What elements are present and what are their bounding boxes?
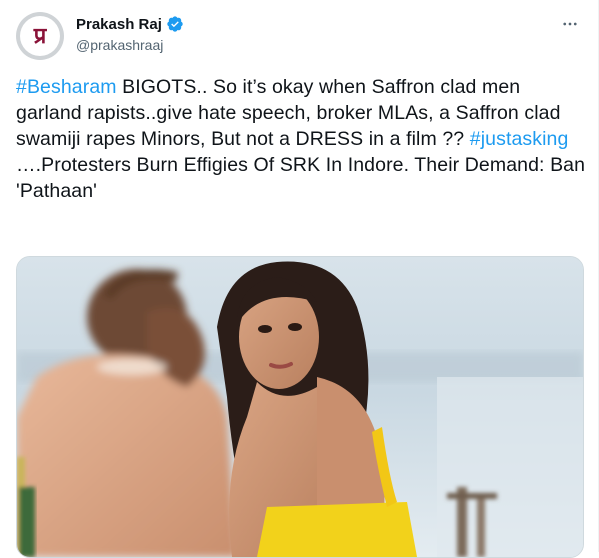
avatar-logo: प्र [33, 23, 47, 49]
hashtag-justasking[interactable]: #justasking [470, 128, 569, 150]
verified-badge-icon [167, 16, 183, 32]
author-name[interactable]: Prakash Raj [76, 16, 162, 33]
author-info: Prakash Raj @prakashraaj [76, 14, 184, 53]
avatar-ring: प्र [20, 16, 60, 56]
more-horizontal-icon [563, 22, 577, 26]
hashtag-besharam[interactable]: #Besharam [16, 76, 117, 98]
tweet-body-part2: ….Protesters Burn Effigies Of SRK In Ind… [16, 154, 586, 202]
tweet-text: #Besharam BIGOTS.. So it’s okay when Saf… [16, 74, 586, 204]
media-photo [17, 257, 583, 557]
tweet-card: प्र Prakash Raj @prakashraaj #Besharam B… [0, 0, 599, 558]
author-handle[interactable]: @prakashraaj [76, 37, 184, 53]
author-name-row: Prakash Raj [76, 14, 184, 34]
more-options-button[interactable] [560, 14, 580, 34]
tweet-media-image[interactable] [16, 256, 584, 558]
author-avatar[interactable]: प्र [16, 12, 64, 60]
